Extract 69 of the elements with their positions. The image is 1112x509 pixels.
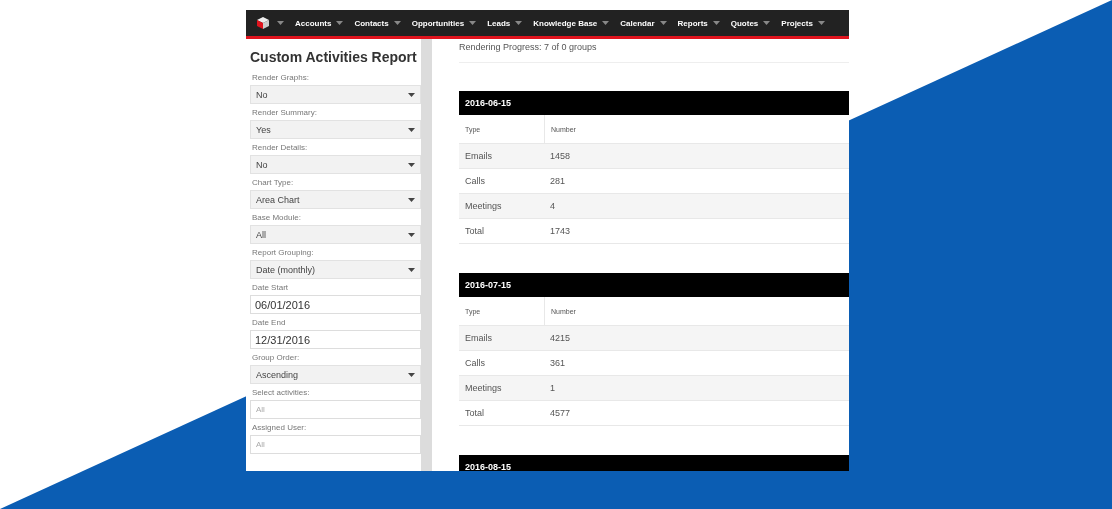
table-cell-text: Emails [464, 332, 493, 345]
table-cell-text: 4215 [549, 332, 572, 345]
table-cell-text: 1743 [549, 225, 572, 238]
progress-text: Rendering Progress: 7 of 0 groups [459, 41, 598, 53]
caret-icon[interactable] [408, 92, 415, 97]
group-header: 2016-07-15 [459, 273, 849, 297]
nav-link[interactable]: Knowledge Base [533, 18, 598, 28]
select-field[interactable]: Ascending [250, 365, 421, 384]
table-cell-text: Total [464, 225, 485, 238]
caret-icon[interactable] [469, 21, 477, 25]
caret-icon[interactable] [393, 21, 401, 25]
date-field[interactable]: 06/01/2016 [250, 295, 421, 314]
select-field[interactable]: Date (monthly) [250, 260, 421, 279]
nav-link[interactable]: Reports [677, 18, 708, 28]
nav-link[interactable]: Quotes [730, 18, 759, 28]
table-cell-text: Calls [464, 175, 486, 188]
nav-link[interactable]: Opportunities [411, 18, 465, 28]
table-cell-text: Emails [464, 150, 493, 163]
table-cell-text: Meetings [464, 382, 503, 395]
table-cell-text: 4577 [549, 407, 572, 420]
table-cell-text: 361 [549, 357, 567, 370]
table-cell-text: 281 [549, 175, 567, 188]
nav-link[interactable]: Contacts [354, 18, 389, 28]
nav-link[interactable]: Projects [781, 18, 813, 28]
nav-link[interactable]: Leads [487, 18, 511, 28]
select-field[interactable]: No [250, 85, 421, 104]
caret-icon[interactable] [408, 162, 415, 167]
table-cell-text: 4 [549, 200, 556, 213]
caret-icon[interactable] [659, 21, 667, 25]
field-label: Render Graphs: [252, 73, 310, 83]
caret-icon[interactable] [712, 21, 720, 25]
nav-link[interactable]: Calendar [620, 18, 655, 28]
field-label: Render Details: [252, 143, 309, 153]
report-title: Custom Activities Report [250, 49, 418, 65]
caret-icon[interactable] [408, 127, 415, 132]
table-cell-text: 1458 [549, 150, 572, 163]
caret-icon[interactable] [763, 21, 771, 25]
scrollbar-track[interactable] [421, 39, 432, 471]
field-label: Base Module: [252, 213, 302, 223]
table-cell-text: Total [464, 407, 485, 420]
table-cell-text: Meetings [464, 200, 503, 213]
table-cell-text: 1 [549, 382, 556, 395]
field-label: Report Grouping: [252, 248, 315, 258]
nav-link[interactable]: Accounts [295, 18, 332, 28]
caret-icon[interactable] [408, 372, 415, 377]
select-field[interactable]: No [250, 155, 421, 174]
table-cell-text: Calls [464, 357, 486, 370]
field-label: Chart Type: [252, 178, 295, 188]
field-label: Date Start [252, 283, 289, 293]
select-field[interactable]: Area Chart [250, 190, 421, 209]
field-label: Assigned User: [252, 423, 308, 433]
group-header: 2016-06-15 [459, 91, 849, 115]
caret-icon[interactable] [336, 21, 344, 25]
caret-icon[interactable] [602, 21, 610, 25]
field-label: Date End [252, 318, 287, 328]
caret-icon[interactable] [277, 21, 284, 25]
caret-icon[interactable] [817, 21, 825, 25]
date-field[interactable]: 12/31/2016 [250, 330, 421, 349]
field-label: Select activities: [252, 388, 311, 398]
cube-logo-icon[interactable] [256, 16, 270, 30]
group-header: 2016-08-15 [459, 455, 849, 471]
field-label: Group Order: [252, 353, 301, 363]
caret-icon[interactable] [408, 232, 415, 237]
caret-icon[interactable] [515, 21, 523, 25]
field-label: Render Summary: [252, 108, 318, 118]
select-field[interactable]: All [250, 225, 421, 244]
select-field[interactable]: Yes [250, 120, 421, 139]
caret-icon[interactable] [408, 267, 415, 272]
caret-icon[interactable] [408, 197, 415, 202]
